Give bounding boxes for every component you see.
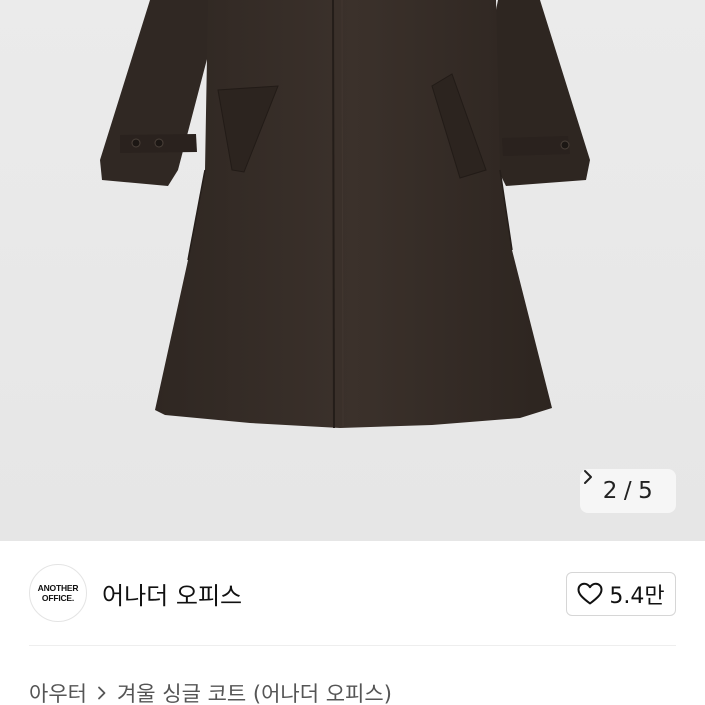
breadcrumb: 아우터 겨울 싱글 코트 (어나더 오피스) [29,678,392,705]
heart-outline-icon [577,582,603,605]
product-detail-page: 2/5 ANOTHER OFFICE. 어나더 오피스 5.4만 아우터 겨울 … [0,0,705,705]
chevron-right-icon [98,686,106,700]
shop-logo-line2: OFFICE. [41,593,75,603]
shop-logo[interactable]: ANOTHER OFFICE. [29,564,87,622]
breadcrumb-category[interactable]: 아우터 [29,678,87,705]
product-image-carousel[interactable]: 2/5 [0,0,705,541]
image-counter[interactable]: 2/5 [580,469,676,513]
shop-logo-line1: ANOTHER [37,583,79,593]
chevron-right-icon [584,470,592,484]
breadcrumb-product[interactable]: 겨울 싱글 코트 (어나더 오피스) [117,678,392,705]
shop-name[interactable]: 어나더 오피스 [102,576,242,611]
section-divider [29,645,676,646]
shop-info-row: ANOTHER OFFICE. 어나더 오피스 5.4만 [0,541,705,645]
image-counter-text: 2/5 [602,478,654,504]
like-button[interactable]: 5.4만 [566,572,676,616]
coat-photo [0,0,705,541]
like-count: 5.4만 [609,584,665,609]
